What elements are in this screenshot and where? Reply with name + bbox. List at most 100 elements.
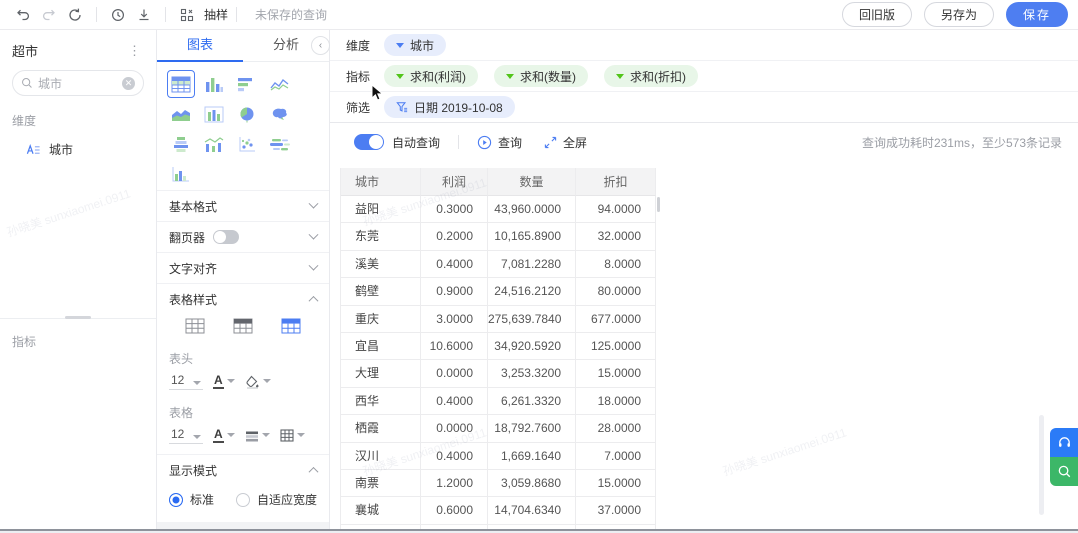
section-table-style[interactable]: 表格样式 bbox=[157, 283, 329, 314]
chart-type-column-icon[interactable] bbox=[200, 70, 228, 98]
query-bar: 自动查询 查询 全屏 查询成功耗时231ms，至少573条记录 bbox=[330, 123, 1078, 161]
chart-type-funnel-icon[interactable] bbox=[167, 130, 195, 158]
chart-type-map-icon[interactable] bbox=[266, 100, 294, 128]
triangle-down-icon bbox=[506, 73, 515, 79]
fullscreen-button[interactable]: 全屏 bbox=[544, 134, 587, 151]
back-to-old-version-button[interactable]: 回旧版 bbox=[841, 2, 912, 27]
chart-type-area-icon[interactable] bbox=[167, 100, 195, 128]
app-window: 抽样 未保存的查询 回旧版 另存为 保存 超市 ⋮ ✕ 维度 城市 bbox=[0, 0, 1078, 533]
display-mode-options: 标准 自适应宽度 bbox=[157, 485, 329, 518]
toolbar-divider bbox=[96, 7, 97, 22]
support-headset-button[interactable] bbox=[1050, 428, 1078, 457]
table-cell: 32.0000 bbox=[576, 223, 656, 251]
redo-icon[interactable] bbox=[36, 4, 62, 26]
table-header-cell[interactable]: 折扣 bbox=[576, 168, 656, 196]
header-fill-color-picker[interactable] bbox=[245, 375, 271, 389]
section-display-mode[interactable]: 显示模式 bbox=[157, 454, 329, 485]
kebab-menu-icon[interactable]: ⋮ bbox=[125, 43, 144, 59]
table-header-cell[interactable]: 数量 bbox=[488, 168, 576, 196]
chart-type-grouped-column-icon[interactable] bbox=[200, 100, 228, 128]
section-pager[interactable]: 翻页器 bbox=[157, 221, 329, 252]
chart-type-pie-icon[interactable] bbox=[233, 100, 261, 128]
clear-search-icon[interactable]: ✕ bbox=[122, 76, 135, 90]
table-row[interactable]: 汉川 0.4000 1,669.1640 7.0000 bbox=[341, 442, 656, 470]
section-label: 翻页器 bbox=[169, 230, 206, 245]
table-row[interactable]: 大理 0.0000 3,253.3200 15.0000 bbox=[341, 360, 656, 388]
chart-type-line-icon[interactable] bbox=[266, 70, 294, 98]
header-font-color-picker[interactable]: A bbox=[213, 374, 235, 389]
collapse-panel-icon[interactable]: ‹ bbox=[311, 36, 330, 55]
table-row[interactable]: 南票 1.2000 3,059.8680 15.0000 bbox=[341, 469, 656, 498]
table-style-plain-icon[interactable] bbox=[185, 318, 205, 334]
row-stripe-color-picker[interactable] bbox=[245, 430, 270, 442]
table-cell: 0.2000 bbox=[421, 223, 488, 251]
table-cell: 37.0000 bbox=[576, 497, 656, 525]
table-scrollbar-thumb[interactable] bbox=[657, 197, 660, 212]
table-cell: 28.0000 bbox=[576, 415, 656, 443]
table-row[interactable]: 鹤壁 0.9000 24,516.2120 80.0000 bbox=[341, 278, 656, 306]
sidebar-splitter[interactable] bbox=[0, 316, 156, 319]
fullscreen-expand-icon bbox=[544, 136, 557, 148]
save-button[interactable]: 保存 bbox=[1005, 2, 1068, 27]
section-text-align[interactable]: 文字对齐 bbox=[157, 252, 329, 283]
undo-icon[interactable] bbox=[10, 4, 36, 26]
chart-type-histogram-icon[interactable] bbox=[167, 160, 195, 188]
table-row[interactable]: 东莞 0.2000 10,165.8900 32.0000 bbox=[341, 223, 656, 251]
metric-pill[interactable]: 求和(折扣) bbox=[604, 65, 699, 87]
table-cell: 1.2000 bbox=[421, 469, 488, 498]
body-font-size-select[interactable]: 12 bbox=[169, 427, 203, 444]
download-icon[interactable] bbox=[131, 4, 157, 26]
chart-type-bar-icon[interactable] bbox=[233, 70, 261, 98]
table-row[interactable]: 西华 0.4000 6,261.3320 18.0000 bbox=[341, 387, 656, 416]
chart-type-wordcloud-icon[interactable] bbox=[266, 130, 294, 158]
dimensions-section-label: 维度 bbox=[12, 114, 37, 128]
tab-chart[interactable]: 图表 bbox=[157, 30, 243, 62]
dimension-pill-city[interactable]: 城市 bbox=[384, 34, 447, 56]
table-row[interactable]: 重庆 3.0000 275,639.7840 677.0000 bbox=[341, 305, 656, 333]
metric-pill[interactable]: 求和(数量) bbox=[494, 65, 589, 87]
table-cell: 大理 bbox=[341, 360, 421, 388]
history-icon[interactable] bbox=[105, 4, 131, 26]
radio-adaptive-width[interactable]: 自适应宽度 bbox=[236, 491, 317, 508]
table-header-cell[interactable]: 利润 bbox=[421, 168, 488, 196]
table-row[interactable]: 溪美 0.4000 7,081.2280 8.0000 bbox=[341, 250, 656, 279]
header-font-size-select[interactable]: 12 bbox=[169, 373, 203, 390]
field-search-box[interactable]: ✕ bbox=[12, 70, 144, 96]
table-cell: 14,704.6340 bbox=[488, 497, 576, 525]
table-cell: 宜昌 bbox=[341, 332, 421, 361]
run-query-button[interactable]: 查询 bbox=[477, 134, 522, 151]
chart-type-scatter-icon[interactable] bbox=[233, 130, 261, 158]
refresh-icon[interactable] bbox=[62, 4, 88, 26]
sampling-label[interactable]: 抽样 bbox=[204, 6, 228, 23]
save-as-button[interactable]: 另存为 bbox=[923, 2, 994, 27]
sampling-icon[interactable] bbox=[174, 4, 200, 26]
table-cell: 15.0000 bbox=[576, 360, 656, 388]
table-row[interactable]: 宜昌 10.6000 34,920.5920 125.0000 bbox=[341, 332, 656, 361]
chart-type-table-icon[interactable] bbox=[167, 70, 195, 98]
radio-selected-icon bbox=[169, 492, 183, 507]
body-font-color-picker[interactable]: A bbox=[213, 428, 235, 443]
dataset-title: 超市 bbox=[12, 44, 39, 59]
search-icon bbox=[22, 78, 32, 88]
table-style-blue-header-icon[interactable] bbox=[281, 318, 301, 334]
header-format-controls: 12 A bbox=[157, 369, 329, 396]
border-style-picker[interactable] bbox=[280, 429, 305, 442]
pager-toggle[interactable] bbox=[213, 230, 240, 244]
search-help-button[interactable] bbox=[1050, 457, 1078, 486]
radio-standard[interactable]: 标准 bbox=[169, 491, 214, 508]
table-row[interactable]: 襄城 0.6000 14,704.6340 37.0000 bbox=[341, 497, 656, 525]
splitter-handle-icon[interactable] bbox=[65, 316, 91, 319]
table-cell: 18,792.7600 bbox=[488, 415, 576, 443]
table-row[interactable]: 栖霞 0.0000 18,792.7600 28.0000 bbox=[341, 415, 656, 443]
table-header-cell[interactable]: 城市 bbox=[341, 168, 421, 196]
sidebar-item-dimension-city[interactable]: 城市 bbox=[0, 133, 156, 166]
field-search-input[interactable] bbox=[38, 76, 122, 90]
table-style-dark-header-icon[interactable] bbox=[233, 318, 253, 334]
page-scrollbar-thumb[interactable] bbox=[1039, 415, 1044, 515]
metric-pill[interactable]: 求和(利润) bbox=[384, 65, 479, 87]
section-basic-format[interactable]: 基本格式 bbox=[157, 190, 329, 221]
auto-query-toggle[interactable] bbox=[354, 134, 384, 150]
table-row[interactable]: 益阳 0.3000 43,960.0000 94.0000 bbox=[341, 196, 656, 224]
filter-pill-date[interactable]: 日期 2019-10-08 bbox=[384, 96, 515, 118]
chart-type-combo-icon[interactable] bbox=[200, 130, 228, 158]
